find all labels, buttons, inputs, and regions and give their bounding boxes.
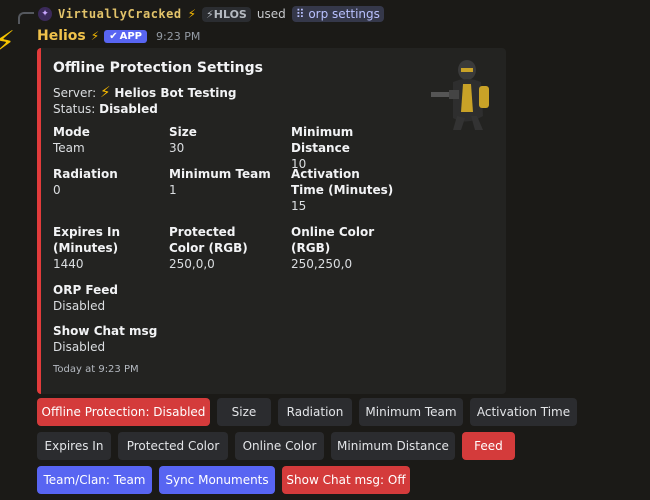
field-value: Disabled: [53, 299, 106, 313]
field-online-color: Online Color (RGB) 250,250,0: [291, 224, 411, 272]
field-name: Size: [169, 125, 197, 139]
field-value: 250,0,0: [169, 257, 215, 271]
field-name: Protected Color (RGB): [169, 225, 248, 255]
server-tag[interactable]: ⚡HLOS: [202, 6, 251, 22]
bot-name[interactable]: Helios: [37, 28, 86, 44]
field-orp-feed: ORP Feed Disabled: [53, 282, 253, 314]
field-minimum-distance: Minimum Distance 10: [291, 124, 411, 172]
field-value: 0: [53, 183, 61, 197]
bot-avatar[interactable]: ⚡: [0, 28, 15, 58]
server-label: Server:: [53, 86, 97, 100]
status-line: Status: Disabled: [53, 101, 237, 117]
field-name: Minimum Distance: [291, 125, 354, 155]
size-button[interactable]: Size: [217, 398, 271, 426]
field-name: Online Color (RGB): [291, 225, 375, 255]
lightning-icon: ⚡: [100, 83, 111, 101]
field-protected-color: Protected Color (RGB) 250,0,0: [169, 224, 269, 272]
status-label: Status:: [53, 102, 96, 116]
message-timestamp[interactable]: 9:23 PM: [156, 30, 200, 43]
expires-in-button[interactable]: Expires In: [37, 432, 111, 460]
field-name: ORP Feed: [53, 283, 118, 297]
field-name: Show Chat msg: [53, 324, 158, 338]
field-mode: Mode Team: [53, 124, 163, 156]
minimum-distance-button[interactable]: Minimum Distance: [331, 432, 455, 460]
sync-monuments-button[interactable]: Sync Monuments: [159, 466, 275, 494]
embed-title: Offline Protection Settings: [53, 60, 263, 76]
show-chat-msg-button[interactable]: Show Chat msg: Off: [282, 466, 410, 494]
field-value: 1: [169, 183, 177, 197]
command-mention[interactable]: ⠿ orp settings: [291, 6, 384, 22]
radiation-button[interactable]: Radiation: [278, 398, 352, 426]
field-value: 250,250,0: [291, 257, 353, 271]
field-value: Disabled: [53, 340, 106, 354]
field-minimum-team: Minimum Team 1: [169, 166, 281, 198]
field-value: 30: [169, 141, 185, 155]
online-color-button[interactable]: Online Color: [235, 432, 324, 460]
reply-reference[interactable]: ✦ VirtuallyCracked ⚡ ⚡HLOS used ⠿ orp se…: [38, 6, 384, 22]
embed-description: Server: ⚡ Helios Bot Testing Status: Dis…: [53, 84, 237, 117]
protected-color-button[interactable]: Protected Color: [118, 432, 228, 460]
lightning-icon: ⚡: [90, 29, 100, 43]
server-name: Helios Bot Testing: [114, 86, 237, 100]
field-name: Mode: [53, 125, 90, 139]
app-badge: ✔ APP: [104, 29, 147, 43]
command-name: orp settings: [308, 7, 380, 21]
field-name: Activation Time (Minutes): [291, 167, 394, 197]
field-name: Radiation: [53, 167, 118, 181]
verified-check-icon: ✔: [109, 30, 118, 42]
reply-avatar[interactable]: ✦: [38, 7, 52, 21]
field-value: 15: [291, 199, 307, 213]
activation-time-button[interactable]: Activation Time: [470, 398, 577, 426]
soldier-thumbnail[interactable]: [423, 56, 499, 132]
status-value: Disabled: [99, 102, 158, 116]
message-header: Helios ⚡ ✔ APP 9:23 PM: [37, 28, 200, 44]
field-name: Expires In (Minutes): [53, 225, 121, 255]
field-size: Size 30: [169, 124, 281, 156]
offline-protection-toggle-button[interactable]: Offline Protection: Disabled: [37, 398, 210, 426]
field-name: Minimum Team: [169, 167, 271, 181]
field-value: Team: [53, 141, 85, 155]
field-activation-time: Activation Time (Minutes) 15: [291, 166, 396, 214]
embed-footer: Today at 9:23 PM: [53, 364, 139, 375]
server-line: Server: ⚡ Helios Bot Testing: [53, 84, 237, 101]
field-value: 1440: [53, 257, 84, 271]
field-radiation: Radiation 0: [53, 166, 163, 198]
lightning-icon: ⚡: [187, 7, 197, 21]
reply-connector: [18, 12, 34, 24]
team-clan-button[interactable]: Team/Clan: Team: [37, 466, 152, 494]
reply-username[interactable]: VirtuallyCracked: [58, 7, 182, 21]
feed-button[interactable]: Feed: [462, 432, 515, 460]
slash-command-icon: ⠿: [295, 7, 309, 21]
field-expires-in: Expires In (Minutes) 1440: [53, 224, 167, 272]
app-badge-label: APP: [119, 30, 142, 42]
minimum-team-button[interactable]: Minimum Team: [359, 398, 463, 426]
reply-used-text: used: [256, 7, 286, 21]
field-show-chat-msg: Show Chat msg Disabled: [53, 323, 253, 355]
settings-embed: Offline Protection Settings Server: ⚡ He…: [37, 48, 506, 394]
